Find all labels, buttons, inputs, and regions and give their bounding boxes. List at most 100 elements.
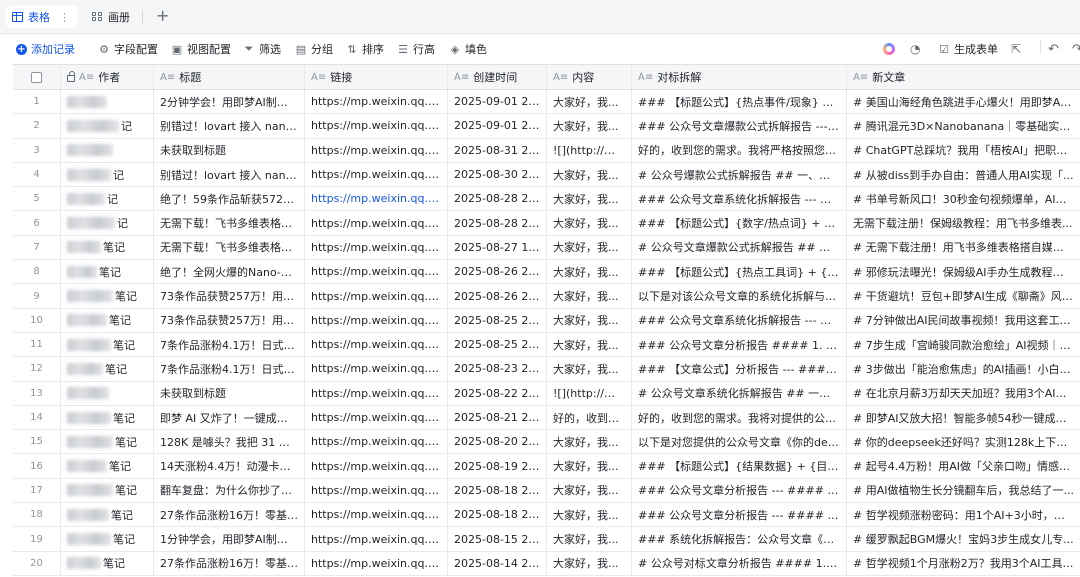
cell-analysis[interactable]: 好的，收到您的需求。我将对提供的公众... bbox=[632, 405, 847, 430]
cell-author[interactable]: 记 bbox=[61, 187, 154, 211]
cell-new-article[interactable]: # 7分钟做出AI民间故事视频！我用这套工具... bbox=[847, 309, 1080, 332]
sort-button[interactable]: ⇅ 排序 bbox=[346, 40, 384, 58]
cell-title[interactable]: 即梦 AI 又炸了！一键成片5... bbox=[154, 405, 305, 430]
select-all-checkbox-cell[interactable] bbox=[13, 65, 61, 89]
cell-author[interactable]: 笔记 bbox=[61, 551, 154, 575]
ai-assistant-button[interactable] bbox=[883, 40, 895, 58]
group-button[interactable]: ▤ 分组 bbox=[295, 40, 333, 58]
cell-created[interactable]: 2025-08-19 20:... bbox=[448, 454, 547, 478]
table-row[interactable]: 1 2分钟学会！用即梦AI制作万... https://mp.weixin.qq.c… bbox=[13, 90, 1080, 115]
cell-new-article[interactable]: # 缓罗飘起BGM爆火！宝妈3步生成女儿专... bbox=[847, 527, 1080, 550]
cell-author[interactable]: 笔记 bbox=[61, 284, 154, 308]
cell-title[interactable]: 别错过！lovart 接入 nanoba... bbox=[154, 114, 305, 138]
cell-link[interactable]: https://mp.weixin.qq.co... bbox=[305, 527, 448, 551]
cell-link[interactable]: https://mp.weixin.qq.co... bbox=[305, 333, 448, 357]
cell-content[interactable]: 大家好，我... bbox=[547, 527, 632, 551]
cell-created[interactable]: 2025-08-23 21:... bbox=[448, 357, 547, 381]
cell-content[interactable]: 大家好，我... bbox=[547, 430, 632, 454]
cell-created[interactable]: 2025-08-30 20:... bbox=[448, 162, 547, 187]
table-row[interactable]: 17 笔记 翻车复盘：为什么你抄了提... https://mp.weixin.qq.… bbox=[13, 478, 1080, 504]
cell-title[interactable]: 7条作品涨粉4.1万！日式治... bbox=[154, 357, 305, 381]
cell-content[interactable]: 大家好，我... bbox=[547, 187, 632, 211]
cell-link[interactable]: https://mp.weixin.qq.co... bbox=[305, 405, 448, 430]
cell-content[interactable]: ![](http://mm... bbox=[547, 381, 632, 405]
cell-created[interactable]: 2025-08-27 10:... bbox=[448, 235, 547, 260]
cell-content[interactable]: 大家好，我... bbox=[547, 503, 632, 527]
cell-created[interactable]: 2025-09-01 21:... bbox=[448, 90, 547, 114]
cell-content[interactable]: 好的，收到您的需求。我将对提供的公众... bbox=[547, 405, 632, 430]
table-row[interactable]: 10 笔记 73条作品获赞257万！用AI... https://mp.weixin.… bbox=[13, 308, 1080, 333]
cell-link[interactable]: https://mp.weixin.qq.co... bbox=[305, 284, 448, 308]
cell-author[interactable]: 记 bbox=[61, 211, 154, 235]
cell-link[interactable]: https://mp.weixin.qq.co... bbox=[305, 357, 448, 381]
field-config-button[interactable]: ⚙ 字段配置 bbox=[98, 40, 158, 58]
cell-content[interactable]: 大家好，我... bbox=[547, 284, 632, 308]
column-header-link[interactable]: A≡ 链接 bbox=[305, 65, 448, 89]
cell-analysis[interactable]: ### 公众号文章系统化拆解报告 --- ###... bbox=[632, 308, 847, 332]
cell-new-article[interactable]: # 哲学视频涨粉密码：用1个AI+3小时，做"... bbox=[847, 503, 1080, 526]
cell-author[interactable]: 笔记 bbox=[61, 333, 154, 357]
cell-link[interactable]: https://mp.weixin.qq.co... bbox=[305, 138, 448, 162]
cell-link[interactable]: https://mp.weixin.qq.co... bbox=[305, 308, 448, 332]
cell-new-article[interactable]: # 书单号新风口！30秒金句视频爆单，AI工... bbox=[847, 187, 1080, 210]
cell-title[interactable]: 27条作品涨粉16万！零基础... bbox=[154, 551, 305, 575]
cell-author[interactable]: 笔记 bbox=[61, 503, 154, 527]
cell-title[interactable]: 别错过！lovart 接入 nanoba... bbox=[154, 162, 305, 187]
cell-title[interactable]: 无需下载！飞书多维表格独... bbox=[154, 211, 305, 235]
cell-new-article[interactable]: # 邪修玩法曝光！保姆级AI手办生成教程，n... bbox=[847, 260, 1080, 283]
table-row[interactable]: 11 笔记 7条作品涨粉4.1万！日式治... https://mp.weixin.q… bbox=[13, 333, 1080, 358]
cell-created[interactable]: 2025-08-21 21:... bbox=[448, 405, 547, 430]
cell-created[interactable]: 2025-09-01 21:... bbox=[448, 114, 547, 138]
cell-title[interactable]: 27条作品涨粉16万！零基础... bbox=[154, 503, 305, 527]
cell-link[interactable]: https://mp.weixin.qq.co... bbox=[305, 187, 448, 211]
cell-link[interactable]: https://mp.weixin.qq.co... bbox=[305, 90, 448, 114]
cell-author[interactable] bbox=[61, 90, 154, 114]
cell-author[interactable]: 笔记 bbox=[61, 405, 154, 430]
cell-title[interactable]: 73条作品获赞257万！用AI... bbox=[154, 284, 305, 308]
cell-author[interactable]: 笔记 bbox=[61, 260, 154, 284]
cell-content[interactable]: 大家好，我... bbox=[547, 357, 632, 381]
cell-title[interactable]: 14天涨粉4.4万！动漫卡通情... bbox=[154, 454, 305, 478]
cell-new-article[interactable]: # ChatGPT总踩坑？我用「梧桉AI」把职场... bbox=[847, 139, 1080, 162]
cell-new-article[interactable]: # 哲学视频1个月涨粉2万？我用3个AI工具搞... bbox=[847, 552, 1080, 575]
cell-created[interactable]: 2025-08-20 23:... bbox=[448, 430, 547, 454]
cell-title[interactable]: 翻车复盘：为什么你抄了提... bbox=[154, 478, 305, 503]
cell-analysis[interactable]: ### 【标题公式】{结果数据} + {目标人... bbox=[632, 454, 847, 478]
cell-content[interactable]: ![](http://mm... bbox=[547, 138, 632, 162]
cell-author[interactable]: 笔记 bbox=[61, 308, 154, 332]
cell-new-article[interactable]: # 无需下载注册！用飞书多维表格搭自媒体... bbox=[847, 236, 1080, 259]
cell-content[interactable]: 大家好，我... bbox=[547, 162, 632, 187]
cell-new-article[interactable]: 无需下载注册！保姆级教程：用飞书多维表... bbox=[847, 212, 1080, 235]
history-button[interactable]: ◔ bbox=[910, 40, 920, 58]
table-row[interactable]: 3 未获取到标题 https://mp.weixin.qq.co... 2025-08… bbox=[13, 138, 1080, 163]
cell-created[interactable]: 2025-08-25 22:... bbox=[448, 333, 547, 357]
cell-new-article[interactable]: # 用AI做植物生长分镜翻车后，我总结了一... bbox=[847, 479, 1080, 502]
cell-analysis[interactable]: ### 【标题公式】{热点工具词} + {颠覆... bbox=[632, 260, 847, 284]
table-row[interactable]: 18 笔记 27条作品涨粉16万！零基础... https://mp.weixin.q… bbox=[13, 503, 1080, 528]
cell-link[interactable]: https://mp.weixin.qq.co... bbox=[305, 162, 448, 187]
cell-analysis[interactable]: ### 【标题公式】{数字/热点词} + {核心... bbox=[632, 211, 847, 235]
cell-analysis[interactable]: # 公众号对标文章分析报告 #### 1. 基... bbox=[632, 551, 847, 575]
column-header-title[interactable]: A≡ 标题 bbox=[154, 65, 305, 89]
cell-created[interactable]: 2025-08-28 22:... bbox=[448, 211, 547, 235]
cell-new-article[interactable]: # 腾讯混元3D×Nanobanana｜零基础实现真... bbox=[847, 114, 1080, 137]
view-config-button[interactable]: ▣ 视图配置 bbox=[171, 40, 231, 58]
table-row[interactable]: 15 笔记 128K 是噱头？我把 31 万字... https://mp.weixi… bbox=[13, 430, 1080, 455]
cell-created[interactable]: 2025-08-14 21:... bbox=[448, 551, 547, 575]
cell-author[interactable]: 记 bbox=[61, 162, 154, 187]
cell-link[interactable]: https://mp.weixin.qq.co... bbox=[305, 478, 448, 503]
cell-content[interactable]: 大家好，我... bbox=[547, 260, 632, 284]
redo-button[interactable]: ↷ bbox=[1072, 40, 1080, 58]
cell-created[interactable]: 2025-08-26 20:... bbox=[448, 260, 547, 284]
add-record-button[interactable]: + 添加记录 bbox=[16, 40, 75, 58]
cell-new-article[interactable]: # 从被diss到手办自由：普通人用AI实现「... bbox=[847, 163, 1080, 186]
cell-author[interactable] bbox=[61, 138, 154, 162]
table-row[interactable]: 14 笔记 即梦 AI 又炸了！一键成片5... https://mp.weixin.… bbox=[13, 405, 1080, 431]
cell-content[interactable]: 大家好，我... bbox=[547, 454, 632, 478]
add-view-icon[interactable]: + bbox=[156, 7, 169, 25]
table-row[interactable]: 5 记 绝了！59条作品斩获572万... https://mp.weixin.qq.… bbox=[13, 187, 1080, 212]
cell-content[interactable]: 大家好，我... bbox=[547, 551, 632, 575]
cell-content[interactable]: 大家好，我... bbox=[547, 235, 632, 260]
cell-link[interactable]: https://mp.weixin.qq.co... bbox=[305, 430, 448, 454]
column-header-content[interactable]: A≡ 内容 bbox=[547, 65, 632, 89]
